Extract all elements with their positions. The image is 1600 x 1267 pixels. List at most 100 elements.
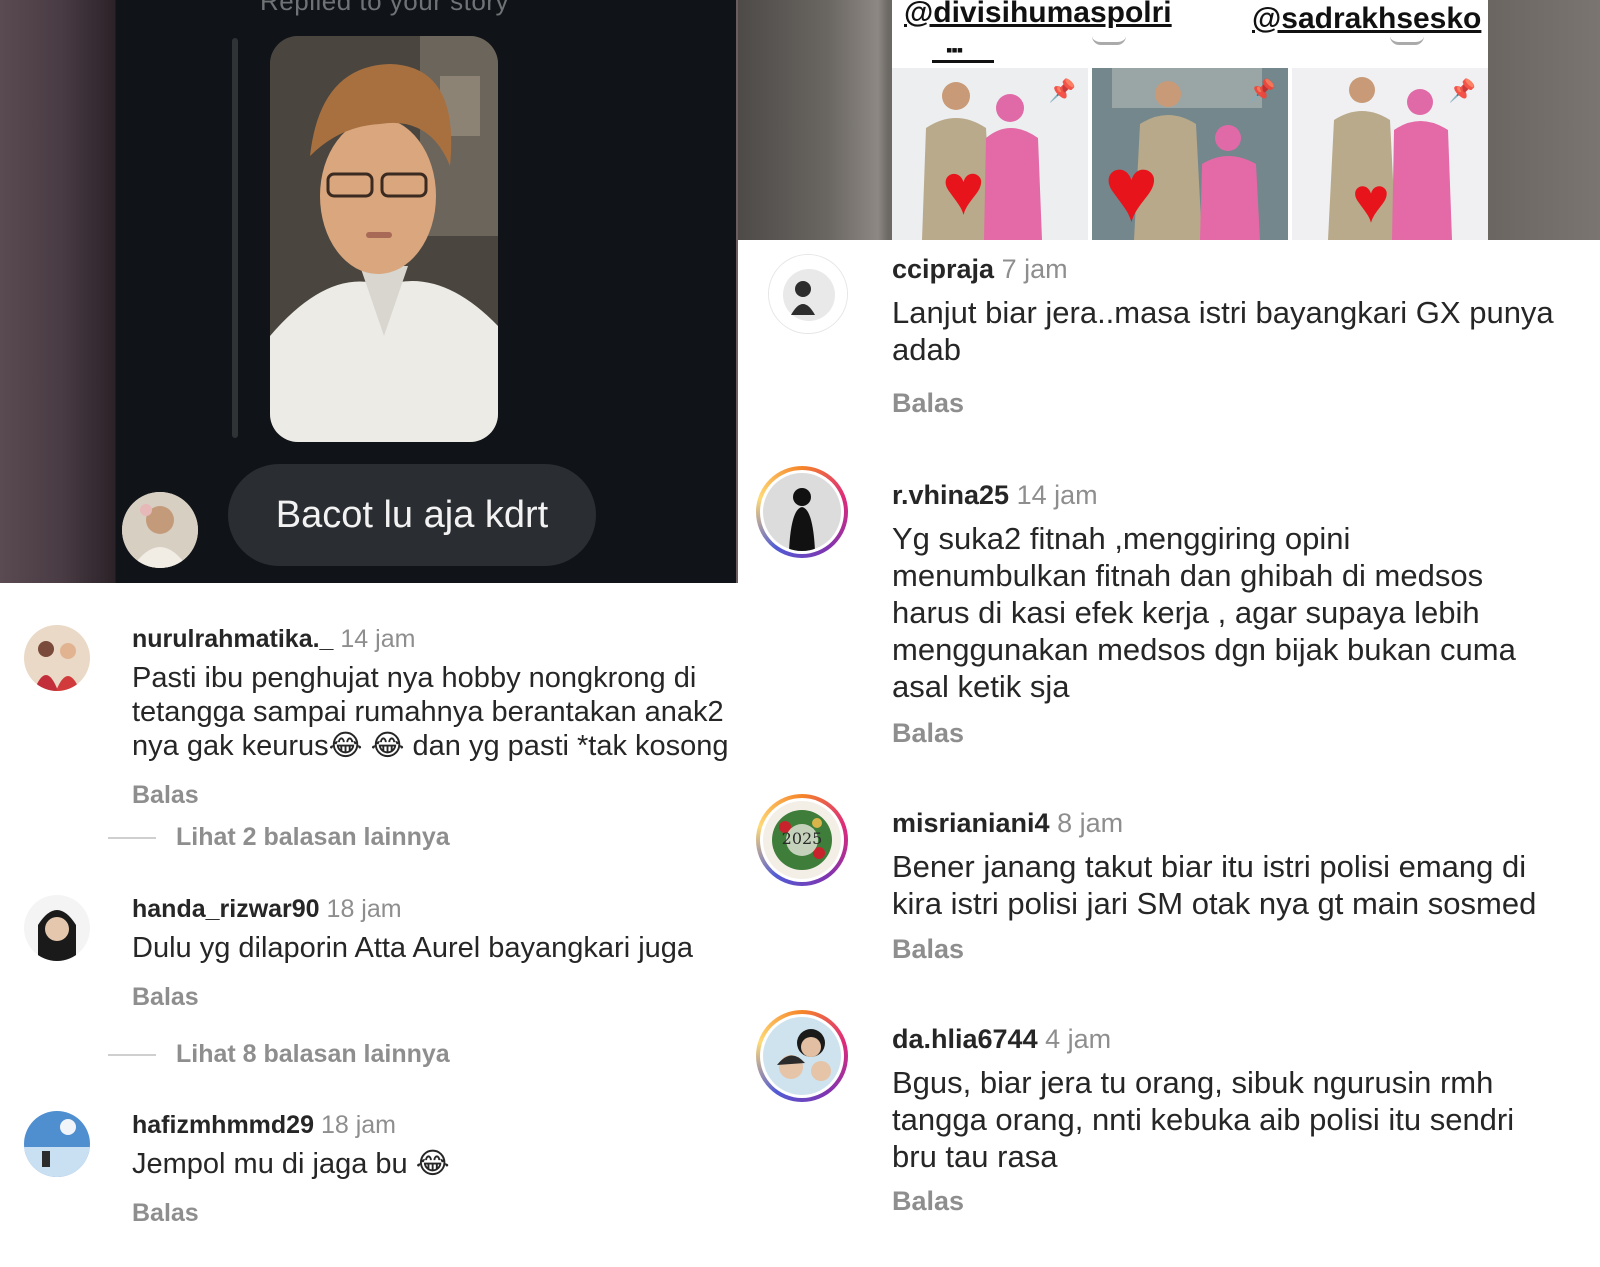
avatar-image	[24, 625, 90, 691]
username[interactable]: misrianiani4	[892, 808, 1050, 838]
avatar-image	[24, 895, 90, 961]
reply-button[interactable]: Balas	[132, 781, 199, 810]
heart-icon: ♥	[942, 150, 985, 230]
comment-line: Yg suka2 fitnah ,menggiring opini	[892, 521, 1351, 556]
story-thumbnail[interactable]	[270, 36, 498, 442]
comment-text: Bener janang takut biar itu istri polisi…	[892, 848, 1600, 922]
reply-button[interactable]: Balas	[892, 934, 964, 965]
avatar[interactable]	[24, 625, 90, 691]
comment-line: Dulu yg dilaporin Atta Aurel bayangkari …	[132, 932, 694, 964]
comment-line: harus di kasi efek kerja , agar supaya l…	[892, 595, 1480, 630]
pin-icon: 📌	[1248, 78, 1276, 103]
comment: da.hlia6744 4 jam Bgus, biar jera tu ora…	[756, 1010, 1600, 1250]
comment-line: tetangga sampai rumahnya berantakan anak…	[132, 696, 724, 728]
comment-line: Pasti ibu penghujat nya hobby nongkrong …	[132, 662, 697, 694]
avatar-image	[763, 473, 841, 551]
comment-header: r.vhina25 14 jam	[892, 480, 1098, 511]
tag-sadrakhsesko[interactable]: @sadrakhsesko	[1252, 2, 1481, 36]
comment-text: Bgus, biar jera tu orang, sibuk ngurusin…	[892, 1064, 1600, 1175]
dm-screenshot: Replied to your story Bacot lu aja kdrt	[0, 0, 738, 583]
comment: hafizmhmmd29 18 jam Jempol mu di jaga bu…	[24, 1111, 738, 1261]
username[interactable]: r.vhina25	[892, 480, 1009, 510]
avatar[interactable]	[24, 1111, 90, 1177]
comment: 2025 misrianiani4 8 jam Bener janang tak…	[756, 794, 1600, 974]
username[interactable]: ccipraja	[892, 254, 994, 284]
divider	[108, 837, 156, 840]
replied-to-story-label: Replied to your story	[260, 0, 509, 16]
avatar-story-ring[interactable]	[756, 1010, 848, 1102]
reply-button[interactable]: Balas	[892, 1186, 964, 1217]
avatar-story-ring[interactable]: 2025	[756, 794, 848, 886]
comment-text: Jempol mu di jaga bu 😂	[132, 1147, 738, 1181]
comment-line: menumbulkan fitnah dan ghibah di medsos	[892, 558, 1484, 593]
reply-button[interactable]: Balas	[132, 1199, 199, 1228]
quote-bar	[232, 38, 238, 438]
comment-line: kira istri polisi jari SM otak nya gt ma…	[892, 886, 1537, 921]
post-photo-2[interactable]: 📌 ♥	[1092, 68, 1288, 240]
sender-avatar[interactable]	[122, 492, 198, 568]
heart-icon: ♥	[1104, 139, 1159, 240]
timestamp: 14 jam	[340, 625, 416, 653]
comment-text: Pasti ibu penghujat nya hobby nongkrong …	[132, 661, 738, 763]
comment-text: Dulu yg dilaporin Atta Aurel bayangkari …	[132, 931, 738, 965]
reply-button[interactable]: Balas	[892, 388, 964, 419]
comment-header: misrianiani4 8 jam	[892, 808, 1123, 839]
comment-line: Jempol mu di jaga bu 😂	[132, 1148, 450, 1180]
comment-line: adab	[892, 332, 961, 367]
avatar[interactable]	[24, 895, 90, 961]
avatar-story-ring[interactable]	[756, 466, 848, 558]
heart-icon: ♥	[1352, 164, 1390, 236]
view-more-replies-label: Lihat 8 balasan lainnya	[176, 1040, 450, 1068]
left-comment-list: nurulrahmatika._ 14 jam Pasti ibu penghu…	[0, 583, 738, 1267]
comment-header: da.hlia6744 4 jam	[892, 1024, 1111, 1055]
comment-line: Lanjut biar jera..masa istri bayangkari …	[892, 295, 1554, 330]
pin-icon: 📌	[1048, 78, 1076, 103]
timestamp: 18 jam	[320, 1111, 396, 1139]
username[interactable]: handa_rizwar90	[132, 895, 320, 923]
avatar-image	[24, 1111, 90, 1177]
view-more-replies-label: Lihat 2 balasan lainnya	[176, 823, 450, 851]
timestamp: 18 jam	[326, 895, 402, 923]
username[interactable]: da.hlia6744	[892, 1024, 1038, 1054]
post-photo-3[interactable]: 📌 ♥	[1292, 68, 1488, 240]
comment-line: Bener janang takut biar itu istri polisi…	[892, 849, 1527, 884]
comment-line: menggunakan medsos dgn bijak bukan cuma	[892, 632, 1516, 667]
right-comment-list: ccipraja 7 jam Lanjut biar jera..masa is…	[738, 240, 1600, 1267]
post-photo-1[interactable]: 📌 ♥	[892, 68, 1088, 240]
timestamp: 4 jam	[1045, 1024, 1112, 1054]
comment-line: Bgus, biar jera tu orang, sibuk ngurusin…	[892, 1065, 1494, 1100]
tagged-tab-icon[interactable]	[1390, 36, 1424, 45]
timestamp: 8 jam	[1057, 808, 1124, 838]
comment-header: handa_rizwar90 18 jam	[132, 895, 402, 924]
tagged-post-card: @divisihumaspolri @sadrakhsesko ▪▪▪ 📌 ♥	[892, 0, 1488, 240]
divider	[108, 1054, 156, 1057]
tag-divisihumaspolri[interactable]: @divisihumaspolri	[904, 0, 1172, 30]
avatar-year-label: 2025	[781, 829, 823, 848]
comment-header: hafizmhmmd29 18 jam	[132, 1111, 396, 1140]
grid-icon[interactable]: ▪▪▪	[946, 40, 963, 61]
message-bubble: Bacot lu aja kdrt	[228, 464, 596, 566]
reply-button[interactable]: Balas	[132, 983, 199, 1012]
avatar-image	[763, 1017, 841, 1095]
comment-line: bru tau rasa	[892, 1139, 1058, 1174]
pin-icon: 📌	[1448, 78, 1476, 103]
comment: handa_rizwar90 18 jam Dulu yg dilaporin …	[24, 895, 738, 1035]
view-more-replies-button[interactable]: Lihat 8 balasan lainnya	[108, 1040, 450, 1069]
active-tab-indicator	[932, 60, 994, 63]
avatar-image	[769, 255, 847, 333]
comment: ccipraja 7 jam Lanjut biar jera..masa is…	[768, 254, 1600, 434]
post-screenshot: @divisihumaspolri @sadrakhsesko ▪▪▪ 📌 ♥	[738, 0, 1600, 240]
avatar-image	[122, 492, 198, 568]
reels-tab-icon[interactable]	[1092, 36, 1126, 45]
comment-line: asal ketik sja	[892, 669, 1070, 704]
view-more-replies-button[interactable]: Lihat 2 balasan lainnya	[108, 823, 450, 852]
timestamp: 7 jam	[1001, 254, 1068, 284]
comment-header: nurulrahmatika._ 14 jam	[132, 625, 415, 654]
comment-text: Yg suka2 fitnah ,menggiring opini menumb…	[892, 520, 1600, 705]
timestamp: 14 jam	[1016, 480, 1098, 510]
reply-button[interactable]: Balas	[892, 718, 964, 749]
comment: r.vhina25 14 jam Yg suka2 fitnah ,menggi…	[756, 466, 1600, 756]
avatar[interactable]	[768, 254, 848, 334]
username[interactable]: hafizmhmmd29	[132, 1111, 314, 1139]
username[interactable]: nurulrahmatika._	[132, 625, 333, 653]
